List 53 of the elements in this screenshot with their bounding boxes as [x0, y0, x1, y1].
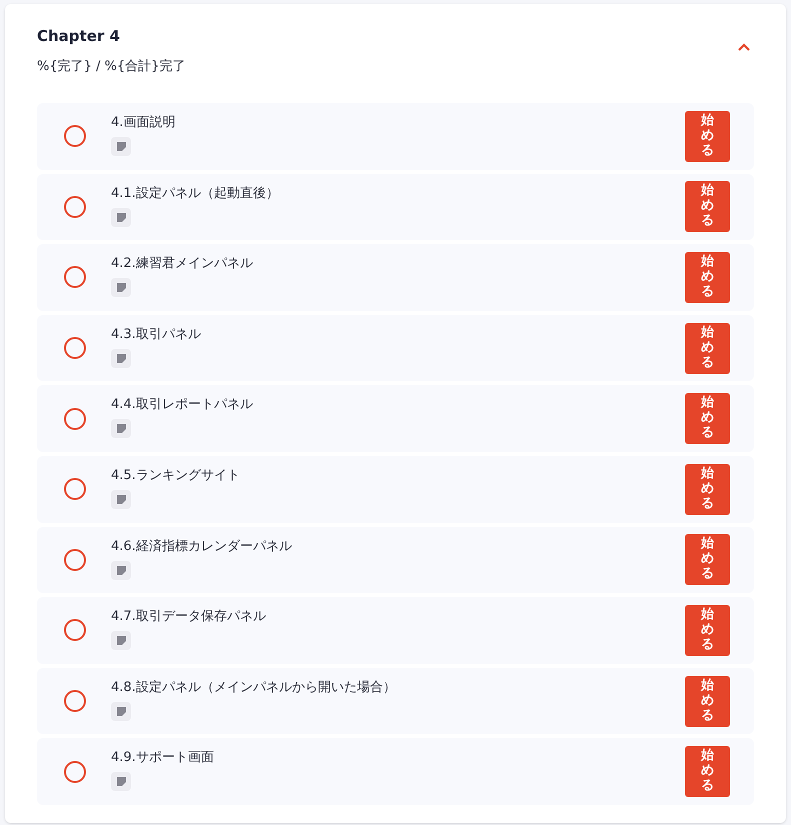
lesson-title: 4.4.取引レポートパネル — [111, 396, 254, 414]
lesson-title: 4.5.ランキングサイト — [111, 466, 241, 485]
start-button[interactable]: 始める — [685, 534, 730, 586]
note-icon — [111, 772, 131, 792]
note-icon — [111, 419, 131, 438]
note-icon — [111, 560, 131, 580]
lesson-title: 4.6.経済指標カレンダーパネル — [111, 538, 293, 556]
start-button[interactable]: 始める — [685, 464, 730, 515]
circle-icon[interactable] — [63, 336, 87, 360]
start-button[interactable]: 始める — [685, 393, 730, 444]
lesson-row[interactable]: 4.8.設定パネル（メインパネルから開いた場合） 始める — [37, 668, 754, 734]
lesson-row[interactable]: 4.4.取引レポートパネル 始める — [37, 385, 754, 452]
note-icon — [111, 631, 131, 650]
start-button[interactable]: 始める — [685, 676, 730, 727]
lesson-row[interactable]: 4.6.経済指標カレンダーパネル 始める — [37, 526, 754, 594]
circle-icon[interactable] — [63, 406, 87, 431]
circle-icon[interactable] — [63, 477, 87, 502]
lesson-title: 4.1.設定パネル（起動直後） — [111, 184, 280, 203]
circle-icon[interactable] — [63, 265, 87, 290]
circle-icon[interactable] — [63, 194, 87, 219]
lesson-row[interactable]: 4.3.取引パネル 始める — [37, 314, 754, 382]
note-icon — [111, 278, 131, 298]
lesson-row[interactable]: 4.2.練習君メインパネル 始める — [37, 244, 754, 311]
start-button[interactable]: 始める — [685, 604, 730, 656]
lesson-row[interactable]: 4.7.取引データ保存パネル 始める — [37, 597, 754, 664]
note-icon — [111, 208, 131, 227]
chapter-title: Chapter 4 — [37, 26, 121, 46]
progress-text: %{完了} / %{合計}完了 — [37, 58, 186, 76]
note-icon — [111, 348, 131, 368]
start-button[interactable]: 始める — [685, 110, 730, 162]
lesson-row[interactable]: 4.9.サポート画面 始める — [37, 738, 754, 805]
start-button[interactable]: 始める — [685, 322, 730, 374]
circle-icon[interactable] — [63, 618, 87, 642]
circle-icon[interactable] — [63, 760, 87, 784]
note-icon — [111, 702, 131, 721]
start-button[interactable]: 始める — [685, 181, 730, 232]
lesson-title: 4.3.取引パネル — [111, 326, 202, 344]
note-icon — [111, 137, 131, 156]
note-icon — [111, 490, 131, 509]
start-button[interactable]: 始める — [685, 252, 730, 303]
lesson-row[interactable]: 4.1.設定パネル（起動直後） 始める — [37, 174, 754, 240]
lesson-title: 4.画面説明 — [111, 114, 176, 132]
lesson-title: 4.2.練習君メインパネル — [111, 255, 254, 274]
lesson-row[interactable]: 4.5.ランキングサイト 始める — [37, 456, 754, 523]
lesson-title: 4.8.設定パネル（メインパネルから開いた場合） — [111, 678, 397, 697]
collapse-chevron-icon[interactable] — [737, 43, 751, 52]
start-button[interactable]: 始める — [685, 746, 730, 798]
lesson-title: 4.7.取引データ保存パネル — [111, 608, 267, 626]
lesson-row[interactable]: 4.画面説明 始める — [37, 103, 754, 170]
circle-icon[interactable] — [63, 548, 87, 572]
circle-icon[interactable] — [63, 689, 87, 714]
circle-icon[interactable] — [63, 124, 87, 148]
lesson-title: 4.9.サポート画面 — [111, 749, 215, 768]
